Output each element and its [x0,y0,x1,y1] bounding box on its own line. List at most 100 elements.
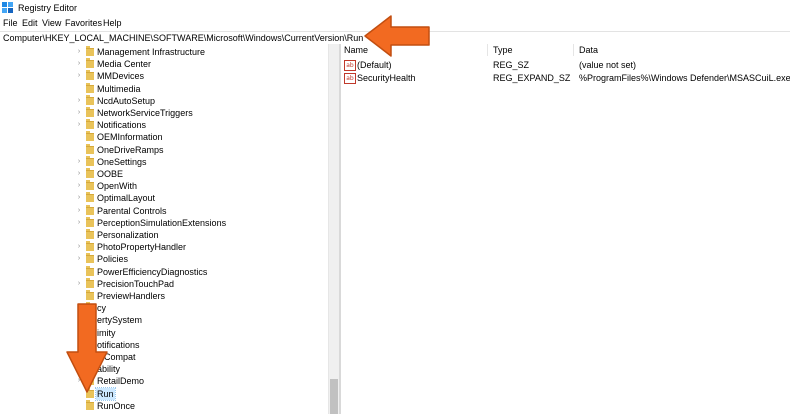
tree-item[interactable]: › OOBE [0,168,328,180]
tree-item-label: tyCompat [97,352,136,362]
scrollbar-thumb[interactable] [330,379,338,414]
tree-item[interactable]: › PhotoPropertyHandler [0,241,328,253]
column-header-type[interactable]: Type [493,45,513,55]
chevron-right-icon[interactable]: › [75,95,83,107]
chevron-right-icon[interactable]: › [75,217,83,229]
tree-item-label: Run [95,386,116,401]
menu-help[interactable]: Help [103,18,122,28]
reg-string-icon: ab [344,73,356,84]
folder-icon [86,143,94,154]
folder-icon [86,82,94,93]
tree-item-label: RetailDemo [97,376,145,387]
chevron-right-icon[interactable]: › [75,58,83,70]
chevron-right-icon[interactable]: › [75,168,83,180]
chevron-right-icon[interactable]: › [75,327,83,339]
values-list-header: Name Type Data [341,44,790,56]
menu-favorites[interactable]: Favorites [65,18,102,28]
chevron-right-icon[interactable]: › [75,253,83,265]
folder-icon [86,204,94,215]
tree-item-label: PerceptionSimulationExtensions [97,217,227,228]
column-separator[interactable] [487,44,488,56]
tree-item[interactable]: › ertySystem [0,314,328,326]
address-path[interactable]: Computer\HKEY_LOCAL_MACHINE\SOFTWARE\Mic… [3,33,363,43]
title-bar: Registry Editor [0,0,790,17]
column-header-data[interactable]: Data [579,45,598,55]
folder-icon [86,229,94,239]
tree-item-label: Media Center [97,59,152,70]
tree-item[interactable]: › Notifications [0,119,328,131]
value-data: %ProgramFiles%\Windows Defender\MSASCuiL… [579,73,790,83]
value-row[interactable]: ab (Default) REG_SZ (value not set) [341,59,790,71]
tree-item[interactable]: Personalization [0,229,328,241]
tree-item[interactable]: › RetailDemo [0,375,328,387]
column-header-name[interactable]: Name [344,45,368,55]
tree-item[interactable]: tyCompat [0,351,328,363]
tree-item[interactable]: OneDriveRamps [0,143,328,156]
values-list[interactable]: Name Type Data ab (Default) REG_SZ (value n… [341,44,790,414]
chevron-right-icon[interactable]: › [75,180,83,192]
value-row[interactable]: ab SecurityHealth REG_EXPAND_SZ %ProgramFil… [341,72,790,84]
tree-item[interactable]: › OpenWith [0,180,328,192]
chevron-right-icon[interactable]: › [75,107,83,119]
chevron-right-icon[interactable]: › [75,314,83,326]
folder-icon [86,107,94,117]
tree-item[interactable]: PreviewHandlers [0,290,328,302]
tree-item-label: NcdAutoSetup [97,95,156,106]
chevron-right-icon[interactable]: › [75,205,83,217]
chevron-right-icon[interactable]: › [75,278,83,290]
reg-string-icon: ab [344,60,356,71]
tree-item[interactable]: otifications [0,338,328,351]
tree-item[interactable]: › ability [0,363,328,375]
tree-item-label: OpenWith [97,181,138,192]
tree-item-label: Parental Controls [97,205,167,216]
tree-item[interactable]: › PrecisionTouchPad [0,277,328,290]
chevron-right-icon[interactable]: › [75,192,83,204]
tree-item-label: ertySystem [97,315,143,326]
chevron-right-icon[interactable]: › [75,241,83,253]
tree-item-label: ability [97,364,121,375]
chevron-right-icon[interactable]: › [75,363,83,375]
folder-icon [86,192,94,203]
folder-icon [86,326,94,337]
tree-item-label: RunOnce [97,400,136,411]
value-name: SecurityHealth [357,73,416,83]
chevron-right-icon[interactable]: › [75,156,83,168]
key-tree[interactable]: › Management Infrastructure › Media Center ›… [0,44,328,414]
folder-icon [86,94,94,105]
tree-item[interactable]: › Parental Controls [0,204,328,217]
tree-item-label: PowerEfficiencyDiagnostics [97,266,208,277]
folder-icon [86,168,94,178]
tree-item[interactable]: OEMInformation [0,131,328,143]
menu-file[interactable]: File [3,18,18,28]
tree-item[interactable]: › MMDevices [0,70,328,82]
tree-item[interactable]: Run [0,386,328,401]
tree-item[interactable]: › NetworkServiceTriggers [0,107,328,119]
column-separator[interactable] [573,44,574,56]
tree-item[interactable]: PowerEfficiencyDiagnostics [0,265,328,278]
tree-item[interactable]: › Management Infrastructure [0,46,328,58]
tree-item[interactable]: Multimedia [0,82,328,95]
chevron-right-icon[interactable]: › [75,46,83,58]
tree-item[interactable]: › Policies [0,253,328,265]
tree-item-label: Multimedia [97,83,141,94]
chevron-right-icon[interactable]: › [75,70,83,82]
tree-item[interactable]: RunOnce [0,399,328,412]
chevron-right-icon[interactable]: › [75,119,83,131]
folder-icon [86,216,94,227]
tree-item-label: cy [97,303,106,314]
window-title: Registry Editor [18,3,78,13]
tree-item-label: Management Infrastructure [97,47,206,57]
tree-scrollbar[interactable] [328,44,339,414]
tree-item[interactable]: › OptimalLayout [0,192,328,204]
tree-item[interactable]: › PerceptionSimulationExtensions [0,216,328,229]
menu-view[interactable]: View [42,18,61,28]
menu-edit[interactable]: Edit [22,18,38,28]
tree-item[interactable]: › NcdAutoSetup [0,94,328,107]
tree-item[interactable]: › OneSettings [0,155,328,168]
chevron-right-icon[interactable]: › [75,375,83,387]
folder-icon [86,70,94,81]
tree-item[interactable]: › imity [0,326,328,339]
tree-item[interactable]: cy [0,302,328,314]
tree-item[interactable]: › Media Center [0,58,328,70]
folder-icon [86,399,94,410]
